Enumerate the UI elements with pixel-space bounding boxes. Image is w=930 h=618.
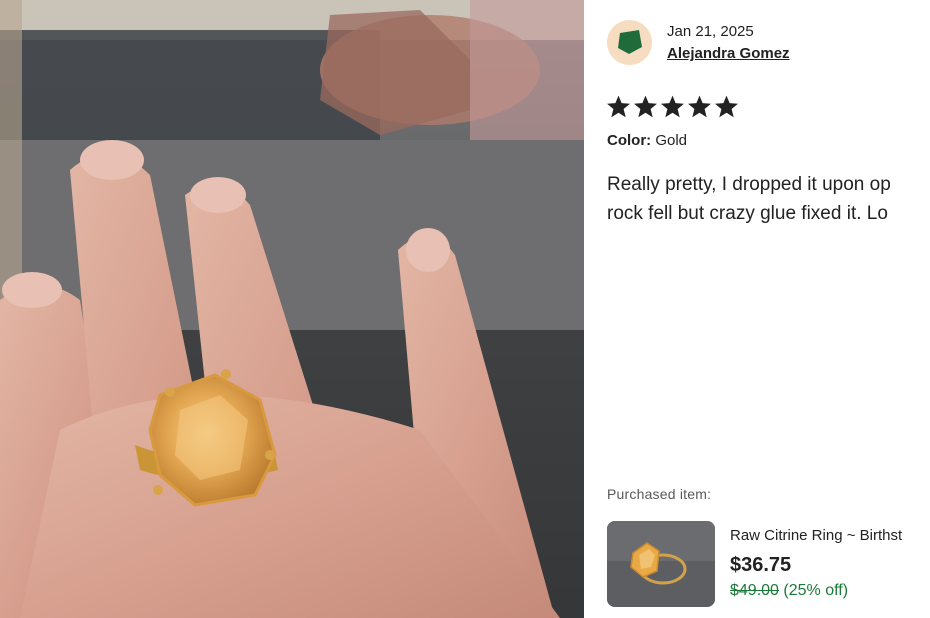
ring-product-image [607,521,715,607]
reviewer-name-link[interactable]: Alejandra Gomez [667,45,790,62]
discount-percent: (25% off) [783,582,849,599]
review-text-line-1: Really pretty, I dropped it upon op [607,174,891,195]
reviewer-avatar[interactable] [607,20,652,65]
review-text-line-2: rock fell but crazy glue fixed it. Lo [607,203,888,224]
review-panel: Jan 21, 2025 Alejandra Gomez Color: Gold… [584,0,930,618]
variant-color: Color: Gold [607,132,687,149]
star-rating [606,94,739,120]
avatar-pentagon-icon [618,30,642,54]
product-thumbnail[interactable] [607,521,715,607]
color-label: Color: [607,132,652,149]
star-icon [607,95,630,118]
purchased-item-label: Purchased item: [607,486,712,502]
review-photo[interactable] [0,0,584,618]
discount-row: $49.00 (25% off) [730,582,848,600]
product-title-link[interactable]: Raw Citrine Ring ~ Birthst [730,527,902,544]
color-value: Gold [655,132,688,149]
star-icon [661,95,684,118]
star-icon [715,95,738,118]
product-price: $36.75 [730,554,792,576]
hand-with-ring-image [0,0,584,618]
star-icon [688,95,711,118]
review-text: Really pretty, I dropped it upon op rock… [607,170,930,228]
original-price: $49.00 [730,582,779,599]
review-date: Jan 21, 2025 [667,23,754,40]
star-icon [634,95,657,118]
